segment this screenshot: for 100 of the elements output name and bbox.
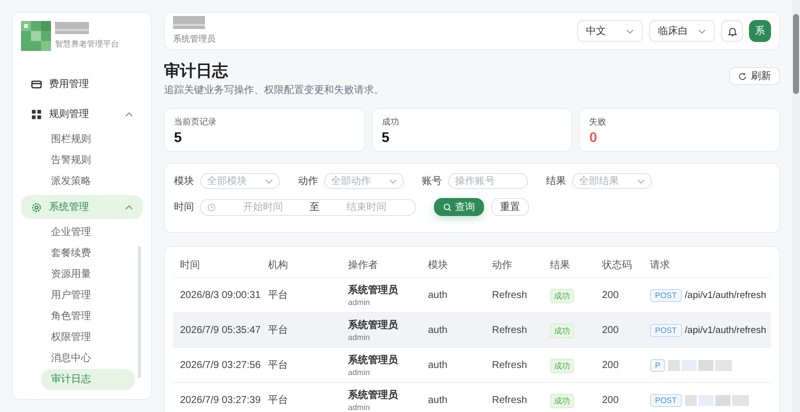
table-cell-text: 2026/7/9 03:27:39	[180, 394, 262, 406]
theme-select[interactable]: 临床白	[649, 20, 715, 42]
nav-subitem[interactable]: 权限管理	[41, 327, 135, 348]
redacted-path-drawing	[668, 358, 732, 372]
operator-name: 系统管理员	[348, 284, 399, 297]
search-button[interactable]: 查询	[434, 198, 484, 216]
filter-select[interactable]: 全部模块	[200, 173, 280, 189]
chevron-icon	[125, 112, 133, 116]
table-cell-text: 平台	[268, 394, 289, 407]
page-title: 审计日志	[164, 61, 230, 82]
clock-icon	[207, 202, 216, 212]
table-cell-text: 2026/7/9 05:35:47	[180, 324, 262, 336]
table-row[interactable]: 2026/7/9 05:35:47 平台 系统管理员 admin auth Refresh 成功 200 POST /api/v1/auth/refresh	[173, 313, 771, 348]
method-tag: POST	[650, 288, 682, 302]
range-separator: 至	[310, 201, 320, 214]
nav-subitem[interactable]: 资源用量	[41, 264, 135, 285]
filter-label: 模块	[174, 174, 194, 188]
method-tag: POST	[650, 394, 682, 406]
table-cell-text: 2026/8/3 09:00:31	[180, 290, 262, 300]
filter-label: 时间	[174, 200, 194, 214]
table-cell-text: 200	[602, 324, 620, 336]
page-subtitle: 追踪关键业务写操作、权限配置变更和失败请求。	[164, 84, 384, 97]
nav-subitem[interactable]: 审计日志	[41, 369, 135, 390]
result-tag: 成功	[550, 288, 574, 303]
stat-value: 5	[382, 129, 390, 146]
nav-subitem[interactable]: 围栏规则	[41, 129, 135, 150]
stat-value: 0	[589, 129, 598, 146]
scrollbar[interactable]	[792, 0, 800, 412]
filter-label: 动作	[298, 175, 318, 188]
table-cell-text: Refresh	[492, 394, 528, 406]
reset-button[interactable]: 重置	[491, 198, 529, 216]
filter-label: 结果	[546, 174, 566, 188]
table-cell-text: 200	[602, 394, 620, 406]
table-cell-text: 2026/7/9 03:27:56	[180, 360, 262, 370]
nav-item[interactable]: 规则管理	[21, 102, 143, 126]
stat-label: 失败	[589, 116, 606, 128]
start-date-field[interactable]: 开始时间	[220, 202, 306, 212]
chevron-icon	[637, 179, 645, 184]
table-cell-text: 200	[602, 290, 620, 300]
nav-item[interactable]: 费用管理	[21, 72, 143, 96]
filter-select[interactable]: 全部动作	[324, 173, 404, 189]
notification-button[interactable]	[721, 20, 743, 42]
chevron-icon	[389, 179, 397, 184]
chevron-icon	[698, 28, 706, 34]
table-cell-text: Refresh	[492, 324, 528, 336]
nav-subitem[interactable]: 用户管理	[41, 285, 135, 306]
table-cell-text: 平台	[268, 288, 289, 302]
nav-subitem[interactable]: 角色管理	[41, 306, 135, 327]
table-cell-text: 200	[602, 360, 620, 370]
method-tag: P	[650, 358, 666, 372]
result-tag: 成功	[550, 393, 574, 408]
redacted-path-drawing	[684, 394, 749, 406]
nav-item[interactable]: 系统管理	[21, 195, 143, 219]
operator-name: 系统管理员	[348, 388, 399, 402]
logo-icon	[21, 21, 51, 51]
nav-subitem[interactable]: 套餐续费	[41, 243, 135, 264]
column-header: 请求	[650, 258, 671, 272]
stat-label: 成功	[382, 116, 399, 128]
column-header: 机构	[268, 258, 289, 272]
card-icon	[31, 78, 42, 90]
nav-subitem[interactable]: 派发策略	[41, 171, 135, 192]
table-cell-text: Refresh	[492, 290, 528, 300]
nav-subitem[interactable]: 消息中心	[41, 348, 135, 369]
end-date-field[interactable]: 结束时间	[324, 202, 409, 212]
stat-label: 当前页记录	[174, 116, 216, 128]
result-tag: 成功	[550, 323, 574, 338]
account-field[interactable]: 操作账号	[448, 173, 528, 189]
column-header: 动作	[492, 259, 513, 272]
column-header: 结果	[550, 258, 571, 272]
table-row[interactable]: 2026/7/9 03:27:39 平台 系统管理员 admin auth Refresh 成功 200 POST	[173, 383, 771, 412]
refresh-icon	[738, 72, 747, 80]
column-header: 状态码	[602, 258, 633, 272]
filter-select[interactable]: 全部结果	[572, 173, 652, 189]
operator-account: admin	[348, 298, 371, 307]
nav-subitem[interactable]: 企业管理	[41, 222, 135, 243]
redacted-name-drawing	[173, 16, 205, 29]
language-select[interactable]: 中文	[577, 20, 643, 42]
request-path: /api/v1/auth/refresh	[684, 324, 766, 336]
filter-label: 账号	[422, 174, 442, 188]
user-role: 系统管理员	[173, 33, 216, 45]
redacted-name-drawing	[55, 22, 89, 34]
request-path: /api/v1/auth/refresh	[684, 290, 766, 300]
chevron-icon	[626, 28, 634, 34]
user-avatar[interactable]: 系	[749, 20, 771, 42]
method-tag: POST	[650, 324, 682, 336]
table-cell-text: auth	[428, 394, 448, 406]
operator-account: admin	[348, 333, 371, 342]
table-row[interactable]: 2026/7/9 03:27:56 平台 系统管理员 admin auth Refresh 成功 200 P	[173, 348, 771, 383]
refresh-button[interactable]: 刷新	[729, 67, 780, 85]
operator-name: 系统管理员	[348, 318, 399, 332]
chevron-icon	[265, 179, 273, 184]
nav-subitem[interactable]: 告警规则	[41, 150, 135, 171]
column-header: 时间	[180, 258, 201, 272]
operator-account: admin	[348, 403, 371, 412]
table-cell-text: Refresh	[492, 360, 528, 370]
date-range-field[interactable]: 开始时间 至 结束时间	[200, 198, 416, 216]
grid-icon	[31, 108, 42, 120]
scrollbar-thumb[interactable]	[138, 246, 141, 378]
table-cell-text: 平台	[268, 324, 289, 337]
operator-account: admin	[348, 368, 371, 377]
